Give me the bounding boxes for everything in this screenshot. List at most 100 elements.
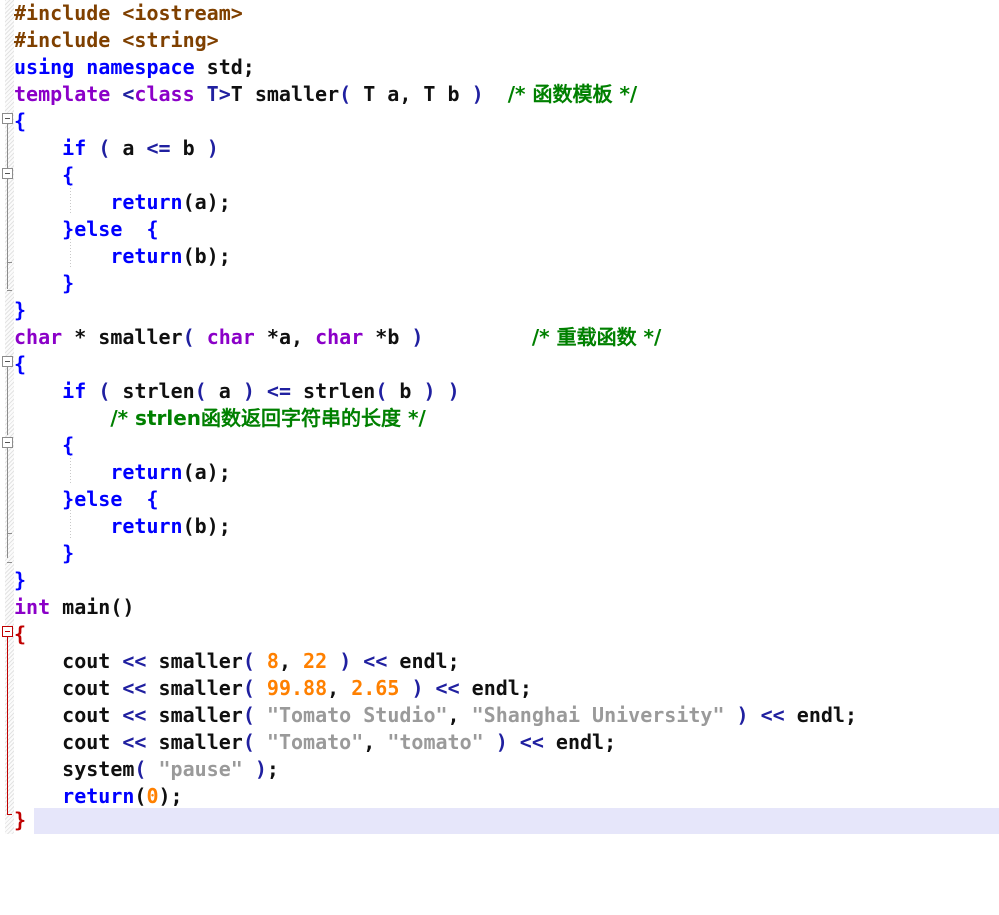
- code-line-10[interactable]: return(b);: [0, 243, 999, 270]
- token-call-system: system: [62, 757, 135, 781]
- code-line-24[interactable]: {: [0, 621, 999, 648]
- token-paren: (: [98, 136, 111, 160]
- code-line-18[interactable]: return(a);: [0, 459, 999, 486]
- code-line-21[interactable]: }: [0, 540, 999, 567]
- token-keyword-if: if: [62, 136, 87, 160]
- code-line-15[interactable]: if ( strlen( a ) <= strlen( b ) ): [0, 378, 999, 405]
- token-paren: (: [242, 703, 255, 727]
- token-keyword-return: return: [110, 460, 183, 484]
- token-call-smaller: smaller: [146, 730, 243, 754]
- code-line-25[interactable]: cout << smaller( 8, 22 ) << endl;: [0, 648, 999, 675]
- fold-margin[interactable]: [0, 0, 14, 834]
- code-line-14[interactable]: {: [0, 351, 999, 378]
- code-line-1[interactable]: #include <iostream>: [0, 0, 999, 27]
- token-keyword-int: int: [14, 595, 51, 619]
- code-line-8[interactable]: return(a);: [0, 189, 999, 216]
- token-brace-open: {: [14, 352, 27, 376]
- token-paren: ): [339, 649, 352, 673]
- token-endl: endl;: [784, 703, 857, 727]
- code-editor[interactable]: #include <iostream> #include <string> us…: [0, 0, 999, 834]
- fold-tick-if-1-end: [7, 262, 12, 263]
- current-line-highlight: [34, 808, 999, 834]
- token-keyword-template: template: [14, 82, 123, 106]
- token-preprocessor: #include <iostream>: [14, 1, 243, 25]
- token-keyword: using namespace: [14, 55, 207, 79]
- token-paren: ): [423, 379, 436, 403]
- code-line-29[interactable]: system( "pause" );: [0, 756, 999, 783]
- token-paren: (: [242, 649, 255, 673]
- token-paren: ): [254, 757, 267, 781]
- code-line-12[interactable]: }: [0, 297, 999, 324]
- code-line-11[interactable]: }: [0, 270, 999, 297]
- code-line-5[interactable]: {: [0, 108, 999, 135]
- token-angle-close: T>: [194, 82, 231, 106]
- fold-tick-main-end: [7, 814, 12, 815]
- code-line-27[interactable]: cout << smaller( "Tomato Studio", "Shang…: [0, 702, 999, 729]
- token-call-strlen: strlen: [291, 379, 376, 403]
- code-line-31[interactable]: }: [0, 807, 999, 834]
- code-line-6[interactable]: if ( a <= b ): [0, 135, 999, 162]
- code-line-30[interactable]: return(0);: [0, 783, 999, 810]
- token-endl: endl;: [459, 676, 532, 700]
- token-number: 2.65: [351, 676, 400, 700]
- token-call-smaller: smaller: [146, 676, 243, 700]
- code-line-23[interactable]: int main(): [0, 594, 999, 621]
- token-keyword-char: char: [14, 325, 63, 349]
- token-brace-open: {: [62, 433, 75, 457]
- code-line-3[interactable]: using namespace std;: [0, 54, 999, 81]
- token-paren: ): [411, 676, 424, 700]
- token-cout: cout: [62, 649, 123, 673]
- code-line-7[interactable]: {: [0, 162, 999, 189]
- token-keyword-return: return: [110, 244, 183, 268]
- token-paren: (: [182, 325, 195, 349]
- token-paren: ): [471, 82, 484, 106]
- fold-toggle-if-block-2[interactable]: [2, 437, 13, 448]
- token-operator-shift: <<: [122, 649, 147, 673]
- code-line-17[interactable]: {: [0, 432, 999, 459]
- token-operator-shift: <<: [760, 703, 785, 727]
- code-line-4[interactable]: template <class T>T smaller( T a, T b ) …: [0, 81, 999, 108]
- code-line-16[interactable]: /* strlen函数返回字符串的长度 */: [0, 405, 999, 432]
- token-paren: ): [242, 379, 255, 403]
- fold-toggle-if-block-1[interactable]: [2, 168, 13, 179]
- code-line-9[interactable]: }else {: [0, 216, 999, 243]
- code-line-26[interactable]: cout << smaller( 99.88, 2.65 ) << endl;: [0, 675, 999, 702]
- token-number: 0: [146, 784, 159, 808]
- code-line-22[interactable]: }: [0, 567, 999, 594]
- token-keyword-else: else: [74, 487, 123, 511]
- code-line-2[interactable]: #include <string>: [0, 27, 999, 54]
- fold-toggle-main-block[interactable]: [2, 626, 13, 637]
- token-brace-close: }: [62, 271, 75, 295]
- code-content[interactable]: #include <iostream> #include <string> us…: [0, 0, 999, 834]
- token-call-smaller: smaller: [146, 649, 243, 673]
- token-brace-close-main: }: [14, 808, 27, 832]
- fold-toggle-template-block[interactable]: [2, 113, 13, 124]
- token-operator-shift: <<: [122, 703, 147, 727]
- code-line-28[interactable]: cout << smaller( "Tomato", "tomato" ) <<…: [0, 729, 999, 756]
- token-call-strlen: strlen: [110, 379, 195, 403]
- token-paren: ): [411, 325, 424, 349]
- code-line-13[interactable]: char * smaller( char *a, char *b ) /* 重载…: [0, 324, 999, 351]
- code-line-20[interactable]: return(b);: [0, 513, 999, 540]
- token-paren: ): [447, 379, 460, 403]
- token-params: T a, T b: [351, 82, 472, 106]
- token-brace-open: {: [146, 217, 159, 241]
- token-keyword-return: return: [110, 190, 183, 214]
- code-line-19[interactable]: }else {: [0, 486, 999, 513]
- token-return-value: (a);: [182, 190, 231, 214]
- fold-toggle-overload-block[interactable]: [2, 356, 13, 367]
- token-arg: a: [206, 379, 243, 403]
- token-operator-shift: <<: [122, 730, 147, 754]
- token-keyword-char: char: [315, 325, 364, 349]
